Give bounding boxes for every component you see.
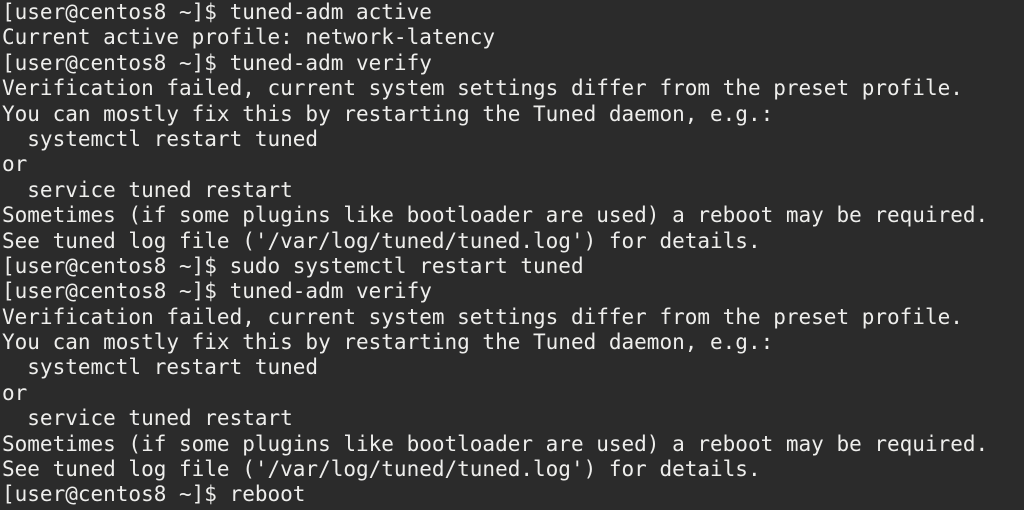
terminal-window[interactable]: [user@centos8 ~]$ tuned-adm active Curre… [0,0,1024,510]
output-line: systemctl restart tuned [2,355,319,380]
output-line: Sometimes (if some plugins like bootload… [2,431,989,456]
output-line: Verification failed, current system sett… [2,304,963,329]
output-line: or [2,380,28,405]
output-line: or [2,152,28,177]
prompt-line: [user@centos8 ~]$ reboot [2,482,306,507]
prompt-line: [user@centos8 ~]$ tuned-adm verify [2,279,432,304]
output-line: You can mostly fix this by restarting th… [2,101,774,126]
prompt-line: [user@centos8 ~]$ tuned-adm active [2,0,432,24]
output-line: systemctl restart tuned [2,126,319,151]
prompt-line: [user@centos8 ~]$ tuned-adm verify [2,50,432,75]
output-line: See tuned log file ('/var/log/tuned/tune… [2,228,761,253]
output-line: Verification failed, current system sett… [2,76,963,101]
output-line: service tuned restart [2,177,293,202]
output-line: See tuned log file ('/var/log/tuned/tune… [2,457,761,482]
output-line: service tuned restart [2,406,293,431]
output-line: Sometimes (if some plugins like bootload… [2,203,989,228]
output-line: Current active profile: network-latency [2,25,496,50]
prompt-line: [user@centos8 ~]$ sudo systemctl restart… [2,253,584,278]
output-line: You can mostly fix this by restarting th… [2,330,774,355]
